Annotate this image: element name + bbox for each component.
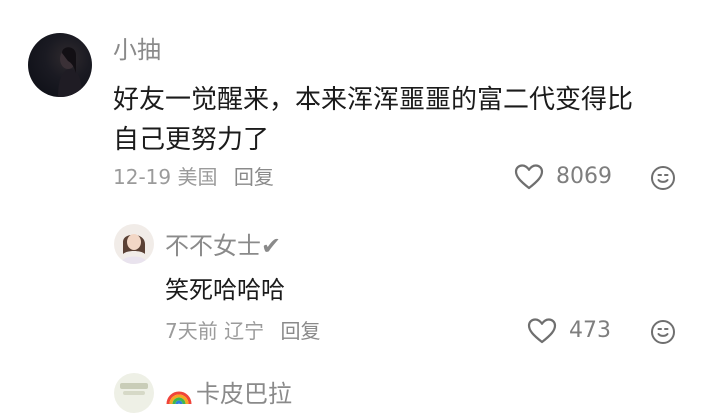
- reply-button[interactable]: 回复: [280, 319, 320, 343]
- avatar[interactable]: [28, 33, 92, 97]
- comment-username[interactable]: 小抽: [113, 36, 161, 64]
- heart-outline-icon: [514, 164, 544, 190]
- reply-username[interactable]: 不不女士✔: [165, 232, 281, 260]
- reply-location: 辽宁: [224, 319, 265, 343]
- reply-avatar[interactable]: [114, 224, 154, 264]
- react-button[interactable]: [650, 319, 676, 345]
- reply-avatar[interactable]: [114, 373, 154, 413]
- emoji-smile-icon: [651, 166, 675, 190]
- avatar-image: [120, 234, 148, 264]
- emoji-smile-icon: [651, 320, 675, 344]
- like-count: 473: [569, 318, 611, 343]
- reply-content: 笑死哈哈哈: [165, 276, 285, 304]
- comment-meta: 12-19 美国 回复: [113, 165, 274, 189]
- avatar-image: [58, 47, 82, 97]
- rainbow-icon: [165, 378, 193, 406]
- reply-button[interactable]: 回复: [234, 165, 274, 189]
- like-button[interactable]: 473: [527, 316, 611, 346]
- like-count: 8069: [556, 164, 612, 189]
- comment-content: 好友一觉醒来，本来浑浑噩噩的富二代变得比 自己更努力了: [113, 80, 703, 160]
- comment-content-line: 好友一觉醒来，本来浑浑噩噩的富二代变得比: [113, 85, 634, 115]
- heart-outline-icon: [527, 318, 557, 344]
- reply-meta: 7天前 辽宁 回复: [165, 319, 320, 343]
- reply-username[interactable]: 卡皮巴拉: [196, 380, 292, 408]
- comment-location: 美国: [177, 165, 218, 189]
- react-button[interactable]: [650, 165, 676, 191]
- like-button[interactable]: 8069: [514, 162, 612, 192]
- comment-date: 12-19: [113, 165, 172, 189]
- comment-content-line: 自己更努力了: [113, 125, 270, 155]
- avatar-image: [120, 383, 148, 395]
- reply-date: 7天前: [165, 319, 218, 343]
